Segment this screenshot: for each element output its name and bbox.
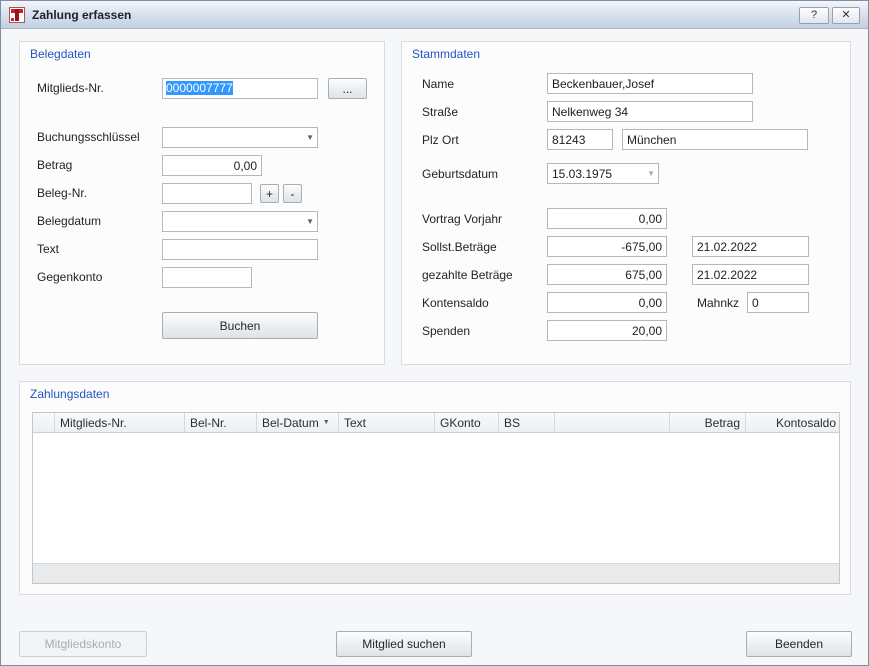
column-header-mitglieds-nr[interactable]: Mitglieds-Nr. (55, 413, 185, 432)
belegdatum-label: Belegdatum (37, 214, 101, 228)
grid-header: Mitglieds-Nr. Bel-Nr. Bel-Datum ▼ Text G… (33, 413, 839, 433)
zahlungsdaten-title: Zahlungsdaten (30, 387, 109, 401)
column-header-indicator (33, 413, 55, 432)
app-icon (9, 7, 25, 23)
zahlungsdaten-group: Zahlungsdaten Mitglieds-Nr. Bel-Nr. Bel-… (19, 381, 851, 595)
strasse-label: Straße (422, 105, 458, 119)
gegenkonto-input[interactable] (162, 267, 252, 288)
column-header-betrag[interactable]: Betrag (670, 413, 746, 432)
column-header-kontosaldo[interactable]: Kontosaldo (746, 413, 841, 432)
column-header-text[interactable]: Text (339, 413, 435, 432)
ort-input[interactable] (622, 129, 808, 150)
geburtsdatum-label: Geburtsdatum (422, 167, 498, 181)
gezahlte-betraege-label: gezahlte Beträge (422, 268, 513, 282)
beleg-nr-label: Beleg-Nr. (37, 186, 87, 200)
plz-input[interactable] (547, 129, 613, 150)
text-input[interactable] (162, 239, 318, 260)
belegdatum-combo[interactable]: ▼ (162, 211, 318, 232)
mitglieds-nr-input[interactable]: 0000007777 (162, 78, 318, 99)
column-header-bel-datum[interactable]: Bel-Datum ▼ (257, 413, 339, 432)
gezahlte-betraege-input[interactable] (547, 264, 667, 285)
grid-footer-strip (33, 563, 839, 583)
gezahlte-datum-input[interactable] (692, 264, 809, 285)
vortrag-vorjahr-label: Vortrag Vorjahr (422, 212, 502, 226)
geburtsdatum-combo[interactable]: 15.03.1975 ▼ (547, 163, 659, 184)
beleg-nr-minus-button[interactable]: - (283, 184, 302, 203)
sollst-betraege-input[interactable] (547, 236, 667, 257)
plz-ort-label: Plz Ort (422, 133, 459, 147)
kontensaldo-label: Kontensaldo (422, 296, 489, 310)
beenden-button[interactable]: Beenden (746, 631, 852, 657)
zahlungsdaten-grid: Mitglieds-Nr. Bel-Nr. Bel-Datum ▼ Text G… (32, 412, 840, 584)
stammdaten-group: Stammdaten Name Straße Plz Ort Geburtsda… (401, 41, 851, 365)
sollst-datum-input[interactable] (692, 236, 809, 257)
chevron-down-icon[interactable]: ▼ (647, 169, 655, 179)
browse-button[interactable]: ... (328, 78, 367, 99)
spenden-input[interactable] (547, 320, 667, 341)
sort-desc-icon: ▼ (323, 419, 330, 426)
sollst-betraege-label: Sollst.Beträge (422, 240, 497, 254)
vortrag-vorjahr-input[interactable] (547, 208, 667, 229)
buchen-button[interactable]: Buchen (162, 312, 318, 339)
mitglied-suchen-button[interactable]: Mitglied suchen (336, 631, 472, 657)
betrag-input[interactable] (162, 155, 262, 176)
name-input[interactable] (547, 73, 753, 94)
close-button[interactable]: ✕ (832, 7, 860, 24)
mahnkz-input[interactable] (747, 292, 809, 313)
column-header-empty[interactable] (555, 413, 670, 432)
mitgliedskonto-button[interactable]: Mitgliedskonto (19, 631, 147, 657)
chevron-down-icon[interactable]: ▼ (306, 133, 314, 143)
column-header-bs[interactable]: BS (499, 413, 555, 432)
text-label: Text (37, 242, 59, 256)
column-header-bel-nr[interactable]: Bel-Nr. (185, 413, 257, 432)
mahnkz-label: Mahnkz (697, 296, 739, 310)
window-title: Zahlung erfassen (32, 8, 131, 22)
beleg-nr-plus-button[interactable]: + (260, 184, 279, 203)
belegdaten-title: Belegdaten (30, 47, 91, 61)
belegdaten-group: Belegdaten Mitglieds-Nr. 0000007777 ... … (19, 41, 385, 365)
chevron-down-icon[interactable]: ▼ (306, 217, 314, 227)
betrag-label: Betrag (37, 158, 72, 172)
grid-body-empty (33, 433, 839, 563)
gegenkonto-label: Gegenkonto (37, 270, 102, 284)
name-label: Name (422, 77, 454, 91)
kontensaldo-input[interactable] (547, 292, 667, 313)
strasse-input[interactable] (547, 101, 753, 122)
buchungsschluessel-label: Buchungsschlüssel (37, 130, 140, 144)
help-button[interactable]: ? (799, 7, 829, 24)
buchungsschluessel-combo[interactable]: ▼ (162, 127, 318, 148)
titlebar[interactable]: Zahlung erfassen ? ✕ (1, 1, 868, 29)
beleg-nr-input[interactable] (162, 183, 252, 204)
mitglieds-nr-label: Mitglieds-Nr. (37, 81, 104, 95)
mitglieds-nr-value: 0000007777 (166, 81, 233, 95)
stammdaten-title: Stammdaten (412, 47, 480, 61)
spenden-label: Spenden (422, 324, 470, 338)
zahlung-erfassen-window: Zahlung erfassen ? ✕ Belegdaten Mitglied… (0, 0, 869, 666)
column-header-gkonto[interactable]: GKonto (435, 413, 499, 432)
